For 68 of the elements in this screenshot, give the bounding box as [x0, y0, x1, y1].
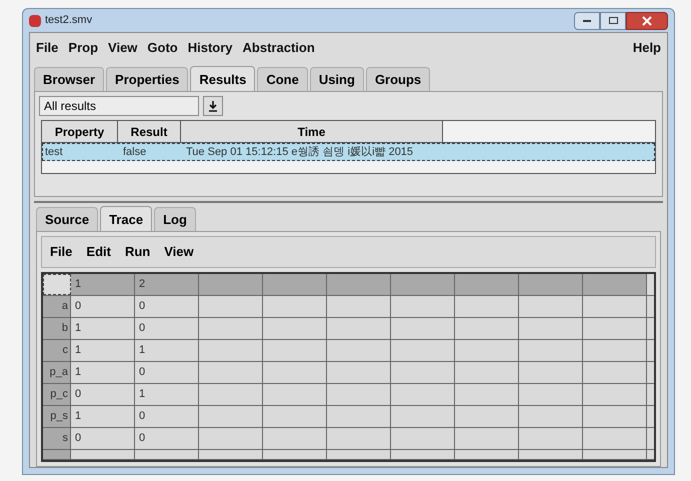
- row-header[interactable]: b: [43, 318, 71, 339]
- minimize-button[interactable]: [574, 12, 600, 30]
- row-header[interactable]: a: [43, 296, 71, 317]
- tab[interactable]: Browser: [34, 67, 104, 91]
- column-header[interactable]: 1: [71, 274, 135, 295]
- column-header[interactable]: [519, 274, 583, 295]
- window-title: test2.smv: [45, 13, 92, 28]
- table-cell: 0: [135, 428, 199, 449]
- table-cell-text: test: [44, 144, 64, 160]
- tab[interactable]: Trace: [100, 206, 152, 232]
- tab[interactable]: Groups: [366, 67, 430, 91]
- menu-item[interactable]: View: [164, 242, 194, 262]
- menu-item[interactable]: View: [108, 38, 138, 58]
- row-header[interactable]: s: [43, 428, 71, 449]
- tab[interactable]: Results: [190, 66, 256, 92]
- table-cell: 0: [71, 384, 135, 405]
- row-header[interactable]: [43, 450, 71, 459]
- table-cell-text: Tue Sep 01 15:12:15 e쒕誘 쇰뎅 i媛以i뺣 2015: [185, 144, 414, 160]
- column-header[interactable]: [583, 274, 647, 295]
- close-button[interactable]: [626, 12, 668, 30]
- dropdown-button[interactable]: [203, 96, 223, 116]
- tab[interactable]: Cone: [257, 67, 308, 91]
- table-cell: 1: [135, 384, 199, 405]
- menu-item[interactable]: Prop: [68, 38, 98, 58]
- column-header[interactable]: Property: [42, 121, 118, 142]
- close-icon: [642, 16, 652, 26]
- menu-item[interactable]: Run: [124, 242, 150, 262]
- table-cell: 1: [71, 406, 135, 427]
- menu-item[interactable]: File: [50, 242, 72, 262]
- table-cell: 0: [135, 296, 199, 317]
- table-cell: 1: [135, 340, 199, 361]
- filter-field[interactable]: All results: [39, 96, 199, 116]
- column-header[interactable]: 2: [135, 274, 199, 295]
- table-cell: 0: [135, 406, 199, 427]
- column-header[interactable]: [455, 274, 519, 295]
- maximize-button[interactable]: [600, 12, 626, 30]
- column-header[interactable]: Time: [181, 121, 443, 142]
- table-cell: 0: [71, 428, 135, 449]
- tab[interactable]: Log: [154, 207, 196, 231]
- table-cell: 1: [71, 362, 135, 383]
- table-cell: 1: [71, 340, 135, 361]
- table-cell: 0: [135, 362, 199, 383]
- column-header[interactable]: [327, 274, 391, 295]
- menu-item[interactable]: History: [188, 38, 233, 58]
- menu-item[interactable]: File: [36, 38, 58, 58]
- table-cell: 0: [71, 296, 135, 317]
- column-header[interactable]: [391, 274, 455, 295]
- row-header[interactable]: p_s: [43, 406, 71, 427]
- tab[interactable]: Properties: [106, 67, 188, 91]
- tab[interactable]: Using: [310, 67, 364, 91]
- row-header[interactable]: p_a: [43, 362, 71, 383]
- row-header[interactable]: p_c: [43, 384, 71, 405]
- column-header[interactable]: Result: [118, 121, 181, 142]
- table-cell-text: false: [122, 144, 148, 160]
- result-row[interactable]: test false Tue Sep 01 15:12:15 e쒕誘 쇰뎅 i媛以i뺣 2015: [42, 143, 655, 161]
- row-header[interactable]: c: [43, 340, 71, 361]
- help-menu[interactable]: Help: [632, 38, 661, 58]
- menu-item[interactable]: Edit: [86, 242, 111, 262]
- app-logo-icon: [29, 14, 41, 26]
- corner-cell[interactable]: [43, 274, 71, 295]
- menu-item[interactable]: Abstraction: [242, 38, 315, 58]
- column-header[interactable]: [199, 274, 263, 295]
- table-cell: 0: [135, 318, 199, 339]
- tab[interactable]: Source: [36, 207, 98, 231]
- column-header[interactable]: [263, 274, 327, 295]
- download-arrow-icon: [208, 100, 218, 112]
- menu-item[interactable]: Goto: [147, 38, 178, 58]
- table-cell: 1: [71, 318, 135, 339]
